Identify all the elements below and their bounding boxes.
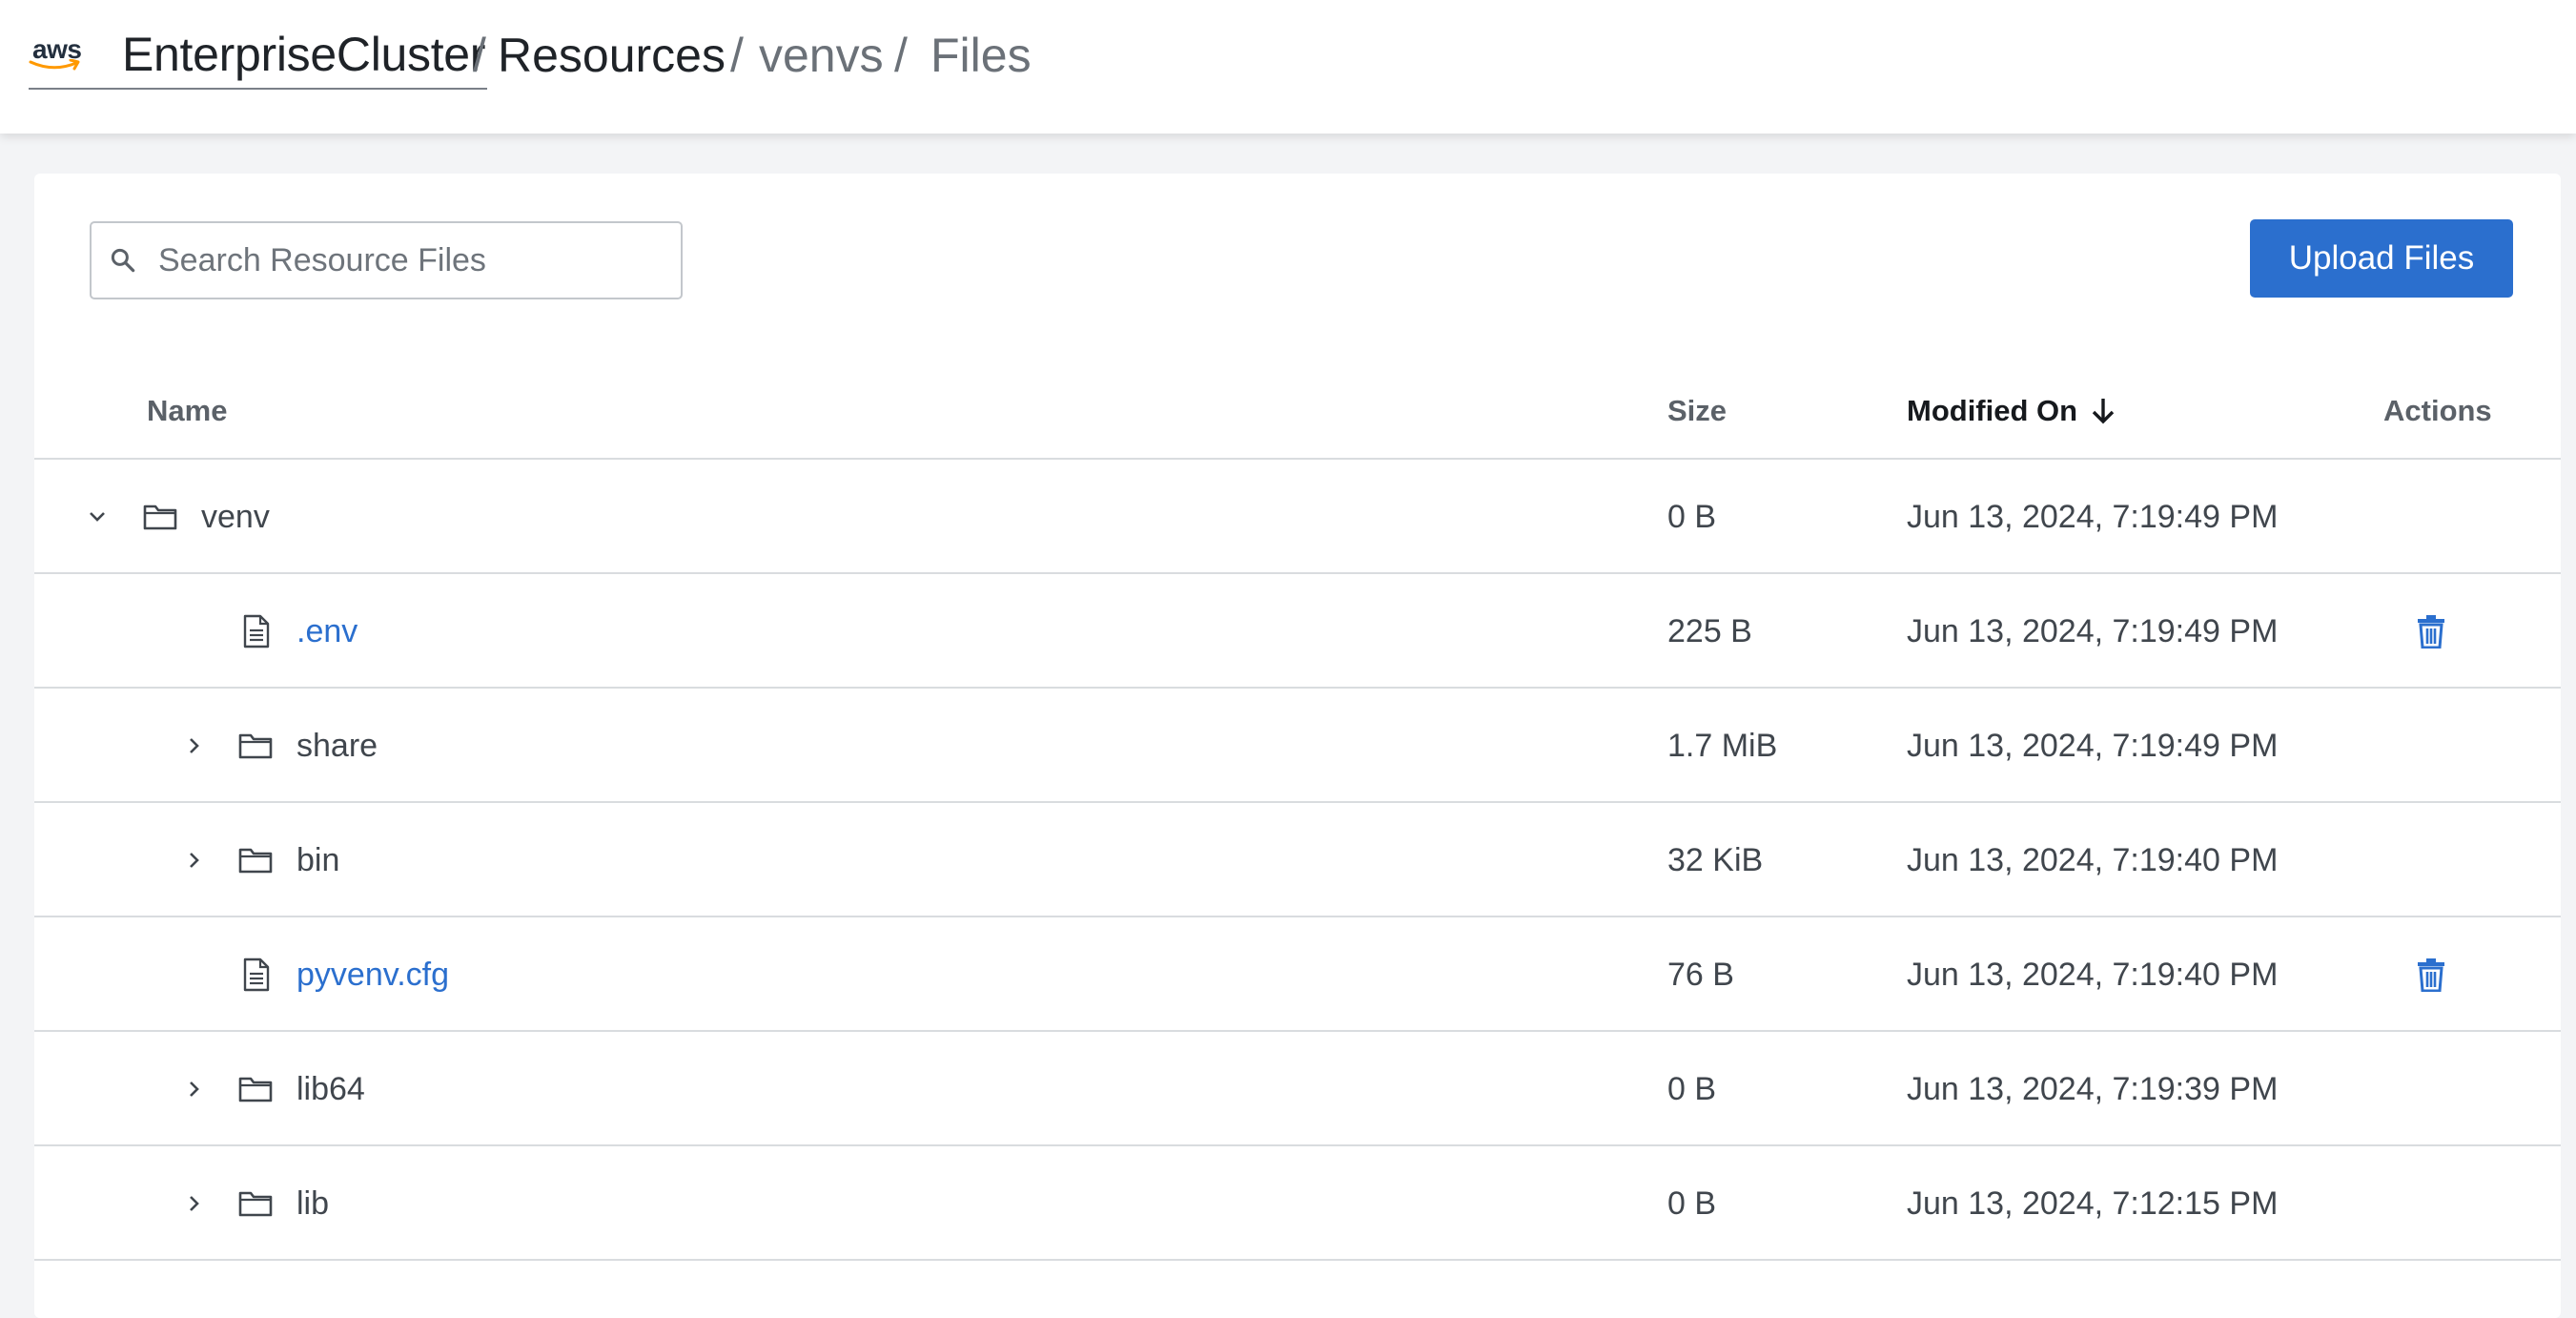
aws-smile-icon [29,59,80,71]
table-row[interactable]: bin 32 KiB Jun 13, 2024, 7:19:40 PM [34,803,2561,917]
table-row[interactable]: lib 0 B Jun 13, 2024, 7:12:15 PM [34,1146,2561,1261]
table-row[interactable]: .env 225 B Jun 13, 2024, 7:19:49 PM [34,574,2561,689]
table-row[interactable]: lib64 0 B Jun 13, 2024, 7:19:39 PM [34,1032,2561,1146]
column-header-modified-label: Modified On [1907,394,2078,427]
arrow-down-icon [2092,399,2115,424]
row-size: 0 B [1667,1185,1717,1222]
row-size: 1.7 MiB [1667,728,1778,764]
row-modified: Jun 13, 2024, 7:19:40 PM [1907,957,2279,993]
search-icon [111,248,135,273]
aws-logo: aws [29,31,88,78]
table-row[interactable]: share 1.7 MiB Jun 13, 2024, 7:19:49 PM [34,689,2561,803]
folder-icon [143,460,177,574]
chevron-right-icon[interactable] [183,1032,206,1146]
row-size: 76 B [1667,957,1734,993]
table-header: Name Size Modified On Actions [34,362,2561,460]
breadcrumb-resources[interactable]: Resources [498,21,726,90]
row-name[interactable]: share [296,689,378,803]
chevron-right-icon[interactable] [183,689,206,803]
row-size: 225 B [1667,613,1752,649]
row-modified: Jun 13, 2024, 7:19:49 PM [1907,613,2279,649]
column-header-name[interactable]: Name [147,362,227,460]
row-modified: Jun 13, 2024, 7:19:49 PM [1907,499,2279,535]
folder-icon [238,803,273,917]
file-icon [242,917,271,1032]
row-modified: Jun 13, 2024, 7:19:49 PM [1907,728,2279,764]
table-row[interactable]: pyvenv.cfg 76 B Jun 13, 2024, 7:19:40 PM [34,917,2561,1032]
breadcrumb-venvs[interactable]: venvs [759,21,884,90]
row-name[interactable]: venv [201,460,270,574]
breadcrumb-files: Files [930,29,1032,82]
row-modified: Jun 13, 2024, 7:19:40 PM [1907,842,2279,878]
row-name[interactable]: lib64 [296,1032,365,1146]
row-modified: Jun 13, 2024, 7:19:39 PM [1907,1071,2279,1107]
row-size: 0 B [1667,1071,1717,1107]
folder-icon [238,1146,273,1261]
row-size: 0 B [1667,499,1717,535]
row-name[interactable]: bin [296,803,339,917]
folder-icon [238,1032,273,1146]
breadcrumb-cluster-label: EnterpriseCluster [122,28,486,81]
folder-icon [238,689,273,803]
delete-icon[interactable] [2416,574,2446,689]
chevron-down-icon[interactable] [86,460,109,574]
breadcrumb-cluster[interactable]: aws EnterpriseCluster [29,21,488,90]
file-link[interactable]: pyvenv.cfg [296,917,449,1032]
files-card: Upload Files Name Size Modified On Actio… [34,174,2561,1318]
table-row[interactable]: venv 0 B Jun 13, 2024, 7:19:49 PM [34,460,2561,574]
search-input[interactable] [158,241,654,279]
file-link[interactable]: .env [296,574,358,689]
top-bar: aws EnterpriseCluster / Resources / venv… [0,0,2576,134]
search-box[interactable] [90,221,683,299]
file-icon [242,574,271,689]
chevron-right-icon[interactable] [183,1146,206,1261]
breadcrumb-separator: / [894,29,908,82]
row-modified: Jun 13, 2024, 7:12:15 PM [1907,1185,2279,1222]
chevron-right-icon[interactable] [183,803,206,917]
column-header-size[interactable]: Size [1667,362,1727,460]
column-header-modified[interactable]: Modified On [1907,362,2116,460]
delete-icon[interactable] [2416,917,2446,1032]
breadcrumb-separator: / [473,29,486,82]
upload-files-button[interactable]: Upload Files [2250,219,2513,298]
breadcrumb-separator: / [730,29,744,82]
column-header-actions: Actions [2383,394,2492,427]
row-size: 32 KiB [1667,842,1764,878]
row-name[interactable]: lib [296,1146,329,1261]
